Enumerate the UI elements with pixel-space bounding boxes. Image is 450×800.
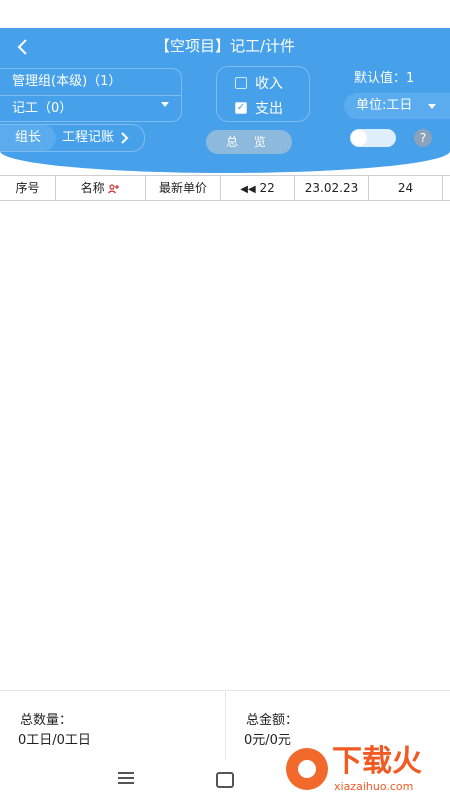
rewind-icon: ◀◀: [240, 184, 256, 195]
chevron-right-icon: [121, 131, 129, 144]
chevron-down-icon[interactable]: [161, 102, 169, 107]
type-filter: 收入 ✓ 支出: [216, 66, 310, 122]
unit-label: 单位:工日: [356, 98, 413, 113]
menu-icon[interactable]: [118, 772, 134, 784]
divider: [0, 95, 181, 96]
col-name-label: 名称: [80, 181, 105, 195]
toggle-knob: [351, 130, 367, 146]
help-icon[interactable]: ?: [414, 129, 432, 147]
home-icon[interactable]: [216, 772, 234, 788]
status-bar: [0, 0, 450, 28]
expense-label: 支出: [255, 101, 283, 117]
work-type[interactable]: 记工（0）: [12, 100, 72, 118]
col-index: 序号: [15, 181, 40, 195]
col-name[interactable]: 名称: [55, 176, 145, 200]
col-prev-date-label: 22: [259, 181, 275, 195]
expense-checkbox-row[interactable]: ✓ 支出: [235, 98, 283, 118]
add-user-icon: [108, 183, 120, 193]
table-header: 序号 名称 最新单价 ◀◀ 22 23.02.23 24: [0, 175, 450, 201]
col-prev-date[interactable]: ◀◀ 22: [220, 176, 294, 200]
income-checkbox[interactable]: [235, 77, 247, 89]
project-ledger-link[interactable]: 工程记账: [62, 125, 130, 151]
role-chips: 组长 工程记账: [0, 124, 145, 152]
income-checkbox-row[interactable]: 收入: [235, 73, 283, 93]
page-title: 【空项目】记工/计件: [154, 37, 296, 55]
project-ledger-label: 工程记账: [62, 130, 115, 145]
expense-checkbox[interactable]: ✓: [235, 102, 247, 114]
default-value: 默认值：1: [354, 71, 415, 86]
chevron-down-icon: [428, 104, 436, 109]
toggle-switch[interactable]: [350, 129, 396, 147]
group-name[interactable]: 管理组(本级)（1）: [12, 73, 121, 91]
total-quantity-value: 0工日/0工日: [18, 733, 91, 748]
col-extra: [442, 176, 450, 200]
watermark-text: 下载火: [332, 744, 422, 779]
income-label: 收入: [255, 76, 283, 92]
watermark-logo: 下载火 xiazaihuo.com: [266, 742, 450, 800]
total-amount-label: 总金额：: [246, 713, 299, 728]
watermark-url: xiazaihuo.com: [334, 780, 414, 793]
col-current-date[interactable]: 23.02.23: [294, 176, 368, 200]
total-quantity-label: 总数量：: [20, 713, 73, 728]
header-panel: 【空项目】记工/计件 管理组(本级)（1） 记工（0） 组长 工程记账 收入 ✓…: [0, 28, 450, 173]
total-quantity: 总数量： 0工日/0工日: [0, 691, 226, 761]
leader-chip[interactable]: 组长: [0, 125, 56, 151]
download-icon: [298, 760, 316, 778]
col-latest-price: 最新单价: [145, 176, 220, 200]
overview-button[interactable]: 总 览: [206, 130, 292, 154]
group-selector[interactable]: 管理组(本级)（1） 记工（0）: [0, 68, 182, 122]
unit-dropdown[interactable]: 单位:工日: [344, 93, 450, 119]
col-next-date[interactable]: 24: [368, 176, 442, 200]
